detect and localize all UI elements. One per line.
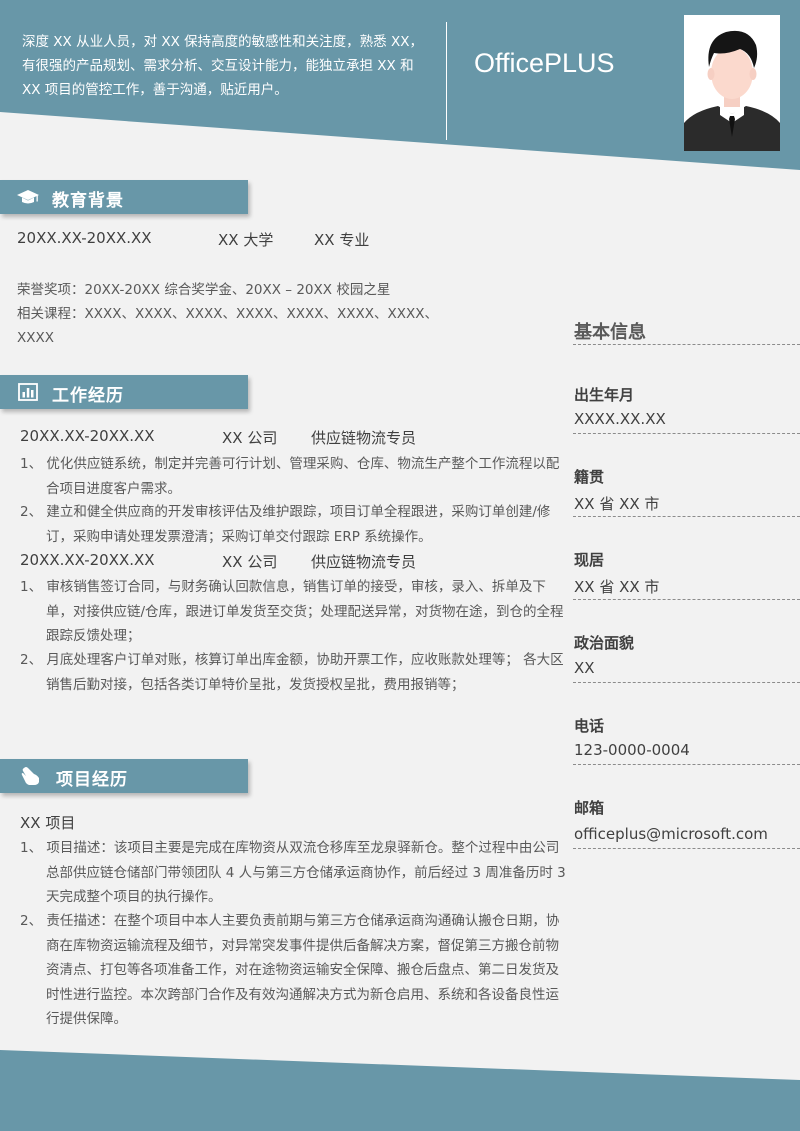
- project-title: 项目经历: [56, 770, 128, 790]
- hand-pointer-icon: [21, 767, 39, 785]
- job-2-duty-1: 1、 审核销售签订合同，与财务确认回款信息，销售订单的接受，审核，录入、拆单及下…: [20, 579, 564, 644]
- birth-value: XXXX.XX.XX: [574, 410, 666, 428]
- project-item-2: 2、 责任描述：在整个项目中本人主要负责前期与第三方仓储承运商沟通确认搬仓日期，…: [20, 913, 560, 1027]
- work-section-header: 工作经历: [0, 375, 248, 409]
- email-value: officeplus@microsoft.com: [574, 825, 768, 843]
- divider: [573, 764, 800, 765]
- avatar: [684, 15, 780, 151]
- divider: [573, 433, 800, 434]
- divider: [573, 344, 800, 345]
- project-item-1: 1、 项目描述：该项目主要是完成在库物资从双流仓移库至龙泉驿新仓。整个过程中由公…: [20, 840, 566, 905]
- political-label: 政治面貌: [574, 634, 635, 652]
- education-honors: 荣誉奖项：20XX-20XX 综合奖学金、20XX – 20XX 校园之星: [17, 282, 391, 298]
- phone-label: 电话: [574, 717, 605, 735]
- hometown-label: 籍贯: [574, 468, 605, 486]
- divider: [573, 848, 800, 849]
- profile-summary: 深度 XX 从业人员，对 XX 保持高度的敏感性和关注度，熟悉 XX，有很强的产…: [22, 34, 423, 98]
- basic-info-title: 基本信息: [574, 322, 646, 343]
- job-1-duty-2: 2、 建立和健全供应商的开发审核评估及维护跟踪，项目订单全程跟进，采购订单创建/…: [20, 504, 551, 545]
- divider: [573, 599, 800, 600]
- divider: [573, 682, 800, 683]
- phone-value: 123-0000-0004: [574, 741, 690, 759]
- job-2-period: 20XX.XX-20XX.XX: [20, 551, 155, 569]
- person-avatar-icon: [684, 15, 780, 151]
- project-section-header: 项目经历: [0, 759, 248, 793]
- brand-name: OfficePLUS: [474, 48, 615, 78]
- job-2-company: XX 公司: [222, 553, 278, 571]
- header-divider: [446, 22, 447, 140]
- birth-label: 出生年月: [574, 386, 635, 404]
- job-1-company: XX 公司: [222, 429, 278, 447]
- hometown-value: XX 省 XX 市: [574, 495, 660, 513]
- job-2-duty-2: 2、 月底处理客户订单对账，核算订单出库金额，协助开票工作，应收账款处理等； 各…: [20, 652, 564, 693]
- job-2-position: 供应链物流专员: [311, 553, 417, 571]
- project-name: XX 项目: [20, 814, 76, 832]
- footer-band: [0, 1050, 800, 1131]
- job-1-period: 20XX.XX-20XX.XX: [20, 427, 155, 445]
- education-major: XX 专业: [314, 231, 370, 249]
- divider: [573, 516, 800, 517]
- education-courses: 相关课程：XXXX、XXXX、XXXX、XXXX、XXXX、XXXX、XXXX、…: [17, 306, 438, 346]
- residence-value: XX 省 XX 市: [574, 578, 660, 596]
- education-school: XX 大学: [218, 231, 274, 249]
- job-1-position: 供应链物流专员: [311, 429, 417, 447]
- political-value: XX: [574, 659, 595, 677]
- job-1-duty-1: 1、 优化供应链系统，制定并完善可行计划、管理采购、仓库、物流生产整个工作流程以…: [20, 456, 560, 497]
- education-section-header: 教育背景: [0, 180, 248, 214]
- education-period: 20XX.XX-20XX.XX: [17, 229, 152, 247]
- graduation-cap-icon: [17, 190, 39, 204]
- education-title: 教育背景: [52, 191, 124, 211]
- work-title: 工作经历: [52, 386, 124, 406]
- residence-label: 现居: [574, 551, 605, 569]
- email-label: 邮箱: [574, 799, 605, 817]
- bar-chart-icon: [18, 383, 38, 401]
